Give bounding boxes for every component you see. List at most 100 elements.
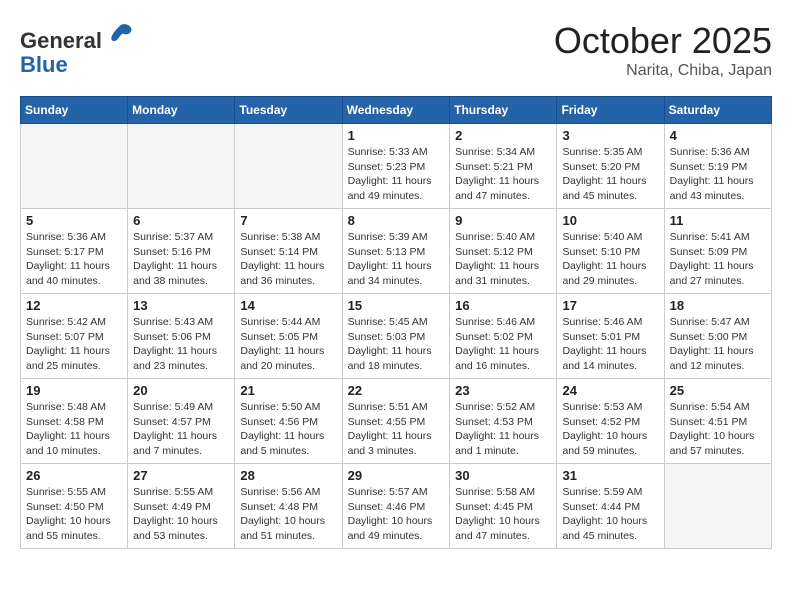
calendar-cell	[664, 464, 771, 549]
calendar-cell: 4 Sunrise: 5:36 AMSunset: 5:19 PMDaylight…	[664, 124, 771, 209]
day-info: Sunrise: 5:42 AMSunset: 5:07 PMDaylight:…	[26, 315, 122, 374]
calendar-cell: 25 Sunrise: 5:54 AMSunset: 4:51 PMDayligh…	[664, 379, 771, 464]
day-info: Sunrise: 5:58 AMSunset: 4:45 PMDaylight:…	[455, 485, 551, 544]
calendar-cell: 23 Sunrise: 5:52 AMSunset: 4:53 PMDayligh…	[450, 379, 557, 464]
day-info: Sunrise: 5:46 AMSunset: 5:01 PMDaylight:…	[562, 315, 658, 374]
calendar-cell: 12 Sunrise: 5:42 AMSunset: 5:07 PMDayligh…	[21, 294, 128, 379]
day-number: 6	[133, 213, 229, 228]
calendar-cell: 11 Sunrise: 5:41 AMSunset: 5:09 PMDayligh…	[664, 209, 771, 294]
day-info: Sunrise: 5:59 AMSunset: 4:44 PMDaylight:…	[562, 485, 658, 544]
day-number: 30	[455, 468, 551, 483]
day-number: 4	[670, 128, 766, 143]
day-number: 5	[26, 213, 122, 228]
title-block: October 2025 Narita, Chiba, Japan	[554, 20, 772, 80]
calendar-cell: 26 Sunrise: 5:55 AMSunset: 4:50 PMDayligh…	[21, 464, 128, 549]
calendar-header-thursday: Thursday	[450, 97, 557, 124]
calendar-cell: 31 Sunrise: 5:59 AMSunset: 4:44 PMDayligh…	[557, 464, 664, 549]
day-info: Sunrise: 5:50 AMSunset: 4:56 PMDaylight:…	[240, 400, 336, 459]
calendar-cell: 10 Sunrise: 5:40 AMSunset: 5:10 PMDayligh…	[557, 209, 664, 294]
day-info: Sunrise: 5:39 AMSunset: 5:13 PMDaylight:…	[348, 230, 445, 289]
day-number: 3	[562, 128, 658, 143]
calendar-cell	[128, 124, 235, 209]
calendar-cell: 7Sunrise: 5:38 AMSunset: 5:14 PMDaylight…	[235, 209, 342, 294]
day-info: Sunrise: 5:49 AMSunset: 4:57 PMDaylight:…	[133, 400, 229, 459]
day-number: 11	[670, 213, 766, 228]
day-info: Sunrise: 5:40 AMSunset: 5:10 PMDaylight:…	[562, 230, 658, 289]
calendar-cell	[235, 124, 342, 209]
day-info: Sunrise: 5:37 AMSunset: 5:16 PMDaylight:…	[133, 230, 229, 289]
day-info: Sunrise: 5:51 AMSunset: 4:55 PMDaylight:…	[348, 400, 445, 459]
logo-bird-icon	[106, 20, 134, 48]
day-number: 16	[455, 298, 551, 313]
calendar-week-4: 26 Sunrise: 5:55 AMSunset: 4:50 PMDayligh…	[21, 464, 772, 549]
calendar-cell: 30 Sunrise: 5:58 AMSunset: 4:45 PMDayligh…	[450, 464, 557, 549]
calendar-cell: 3 Sunrise: 5:35 AMSunset: 5:20 PMDaylight…	[557, 124, 664, 209]
calendar-cell: 17 Sunrise: 5:46 AMSunset: 5:01 PMDayligh…	[557, 294, 664, 379]
day-number: 10	[562, 213, 658, 228]
day-number: 18	[670, 298, 766, 313]
day-info: Sunrise: 5:48 AMSunset: 4:58 PMDaylight:…	[26, 400, 122, 459]
calendar-cell: 19Sunrise: 5:48 AMSunset: 4:58 PMDayligh…	[21, 379, 128, 464]
day-number: 8	[348, 213, 445, 228]
calendar-cell: 16Sunrise: 5:46 AMSunset: 5:02 PMDayligh…	[450, 294, 557, 379]
day-number: 23	[455, 383, 551, 398]
day-number: 28	[240, 468, 336, 483]
day-number: 9	[455, 213, 551, 228]
day-number: 20	[133, 383, 229, 398]
day-info: Sunrise: 5:41 AMSunset: 5:09 PMDaylight:…	[670, 230, 766, 289]
calendar-table: SundayMondayTuesdayWednesdayThursdayFrid…	[20, 96, 772, 549]
day-info: Sunrise: 5:45 AMSunset: 5:03 PMDaylight:…	[348, 315, 445, 374]
calendar-header-saturday: Saturday	[664, 97, 771, 124]
day-info: Sunrise: 5:56 AMSunset: 4:48 PMDaylight:…	[240, 485, 336, 544]
day-info: Sunrise: 5:33 AMSunset: 5:23 PMDaylight:…	[348, 145, 445, 204]
calendar-header-monday: Monday	[128, 97, 235, 124]
calendar-header-friday: Friday	[557, 97, 664, 124]
day-info: Sunrise: 5:34 AMSunset: 5:21 PMDaylight:…	[455, 145, 551, 204]
calendar-cell: 1Sunrise: 5:33 AMSunset: 5:23 PMDaylight…	[342, 124, 450, 209]
logo: General Blue	[20, 20, 134, 77]
calendar-cell: 18 Sunrise: 5:47 AMSunset: 5:00 PMDayligh…	[664, 294, 771, 379]
day-number: 17	[562, 298, 658, 313]
day-info: Sunrise: 5:47 AMSunset: 5:00 PMDaylight:…	[670, 315, 766, 374]
day-info: Sunrise: 5:43 AMSunset: 5:06 PMDaylight:…	[133, 315, 229, 374]
calendar-cell: 2 Sunrise: 5:34 AMSunset: 5:21 PMDaylight…	[450, 124, 557, 209]
day-number: 26	[26, 468, 122, 483]
day-number: 2	[455, 128, 551, 143]
day-number: 14	[240, 298, 336, 313]
day-number: 12	[26, 298, 122, 313]
calendar-week-3: 19Sunrise: 5:48 AMSunset: 4:58 PMDayligh…	[21, 379, 772, 464]
day-info: Sunrise: 5:52 AMSunset: 4:53 PMDaylight:…	[455, 400, 551, 459]
calendar-week-1: 5 Sunrise: 5:36 AMSunset: 5:17 PMDaylight…	[21, 209, 772, 294]
calendar-cell: 29Sunrise: 5:57 AMSunset: 4:46 PMDayligh…	[342, 464, 450, 549]
calendar-cell: 13 Sunrise: 5:43 AMSunset: 5:06 PMDayligh…	[128, 294, 235, 379]
calendar-cell: 20 Sunrise: 5:49 AMSunset: 4:57 PMDayligh…	[128, 379, 235, 464]
calendar-cell: 15Sunrise: 5:45 AMSunset: 5:03 PMDayligh…	[342, 294, 450, 379]
day-info: Sunrise: 5:36 AMSunset: 5:19 PMDaylight:…	[670, 145, 766, 204]
calendar-cell: 14Sunrise: 5:44 AMSunset: 5:05 PMDayligh…	[235, 294, 342, 379]
calendar-cell: 8 Sunrise: 5:39 AMSunset: 5:13 PMDaylight…	[342, 209, 450, 294]
calendar-cell: 24Sunrise: 5:53 AMSunset: 4:52 PMDayligh…	[557, 379, 664, 464]
day-number: 13	[133, 298, 229, 313]
day-info: Sunrise: 5:35 AMSunset: 5:20 PMDaylight:…	[562, 145, 658, 204]
day-number: 25	[670, 383, 766, 398]
logo-blue-text: Blue	[20, 52, 68, 77]
location: Narita, Chiba, Japan	[554, 62, 772, 80]
day-info: Sunrise: 5:57 AMSunset: 4:46 PMDaylight:…	[348, 485, 445, 544]
calendar-cell: 21 Sunrise: 5:50 AMSunset: 4:56 PMDayligh…	[235, 379, 342, 464]
page-header: General Blue October 2025 Narita, Chiba,…	[20, 20, 772, 80]
day-info: Sunrise: 5:55 AMSunset: 4:50 PMDaylight:…	[26, 485, 122, 544]
calendar-cell: 9 Sunrise: 5:40 AMSunset: 5:12 PMDaylight…	[450, 209, 557, 294]
day-number: 21	[240, 383, 336, 398]
day-info: Sunrise: 5:36 AMSunset: 5:17 PMDaylight:…	[26, 230, 122, 289]
day-info: Sunrise: 5:40 AMSunset: 5:12 PMDaylight:…	[455, 230, 551, 289]
day-number: 31	[562, 468, 658, 483]
calendar-week-0: 1Sunrise: 5:33 AMSunset: 5:23 PMDaylight…	[21, 124, 772, 209]
day-number: 27	[133, 468, 229, 483]
calendar-cell: 6 Sunrise: 5:37 AMSunset: 5:16 PMDaylight…	[128, 209, 235, 294]
day-info: Sunrise: 5:54 AMSunset: 4:51 PMDaylight:…	[670, 400, 766, 459]
calendar-body: 1Sunrise: 5:33 AMSunset: 5:23 PMDaylight…	[21, 124, 772, 549]
calendar-header-sunday: Sunday	[21, 97, 128, 124]
logo-general-text: General	[20, 28, 102, 53]
day-number: 7	[240, 213, 336, 228]
day-info: Sunrise: 5:55 AMSunset: 4:49 PMDaylight:…	[133, 485, 229, 544]
